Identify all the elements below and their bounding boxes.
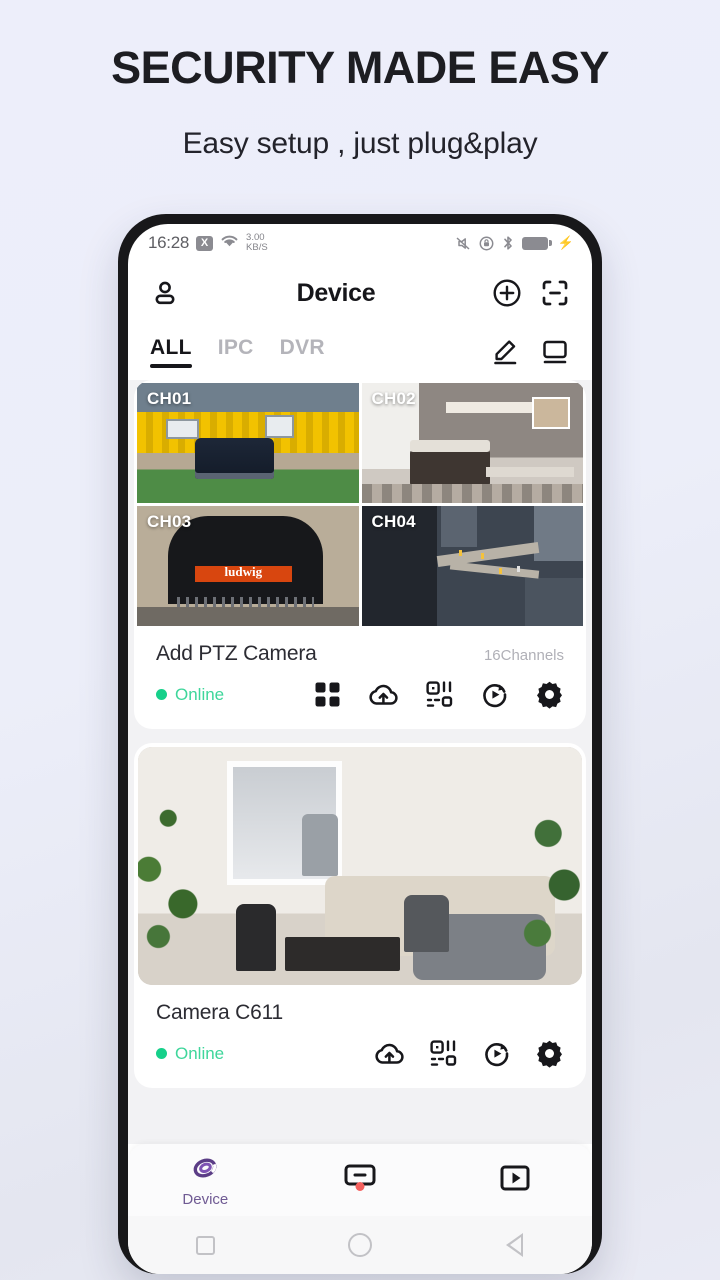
qr-scan-icon[interactable] — [429, 1039, 458, 1068]
promo-subtitle: Easy setup , just plug&play — [182, 127, 538, 161]
network-speed-unit: KB/S — [246, 242, 268, 253]
nav-label-device: Device — [182, 1190, 229, 1208]
channel-label: CH03 — [147, 512, 192, 531]
charging-bolt-icon: ⚡ — [557, 235, 574, 250]
monitor-icon[interactable] — [540, 337, 570, 367]
spiral-logo-icon — [189, 1153, 221, 1188]
status-time: 16:28 — [148, 233, 190, 252]
device-name: Camera C611 — [156, 1001, 283, 1024]
wifi-icon — [220, 234, 239, 253]
tab-ipc[interactable]: IPC — [218, 336, 254, 368]
app-header-actions — [492, 278, 570, 308]
plus-circle-icon[interactable] — [492, 278, 522, 308]
square-icon — [195, 1235, 215, 1255]
device-list[interactable]: CH01 CH02 ludwig CH03 CH04 Add PTZ Camer… — [128, 380, 592, 1144]
status-dot — [156, 1048, 167, 1059]
channel-thumb-ch02[interactable]: CH02 — [361, 383, 583, 503]
battery-charging-icon — [521, 236, 552, 250]
android-home-button[interactable] — [283, 1233, 438, 1257]
message-badge-dot — [355, 1181, 365, 1191]
device-live-preview[interactable] — [138, 747, 582, 985]
playback-icon[interactable] — [480, 680, 509, 709]
device-channel-count: 16Channels — [483, 647, 564, 664]
channel-thumb-ch03[interactable]: ludwig CH03 — [137, 506, 359, 626]
grid-view-icon[interactable] — [313, 680, 342, 709]
tab-dvr[interactable]: DVR — [280, 336, 325, 368]
pencil-icon[interactable] — [490, 337, 520, 367]
settings-gear-icon[interactable] — [535, 1039, 564, 1068]
channel-label: CH01 — [147, 389, 192, 408]
device-action-row: Online — [134, 1025, 586, 1086]
bottom-navigation: Device — [128, 1144, 592, 1216]
tab-list: ALL IPC DVR — [150, 336, 325, 368]
tab-all[interactable]: ALL — [150, 336, 192, 368]
network-speed: 3.00 KB/S — [246, 233, 268, 253]
promo-header: SECURITY MADE EASY Easy setup , just plu… — [0, 0, 720, 161]
channel-thumb-ch01[interactable]: CH01 — [137, 383, 359, 503]
play-square-icon — [499, 1162, 531, 1199]
tab-bar: ALL IPC DVR — [128, 324, 592, 380]
playback-icon[interactable] — [482, 1039, 511, 1068]
cloud-upload-icon[interactable] — [374, 1040, 405, 1067]
nav-item-playback[interactable] — [437, 1162, 592, 1199]
device-name: Add PTZ Camera — [156, 642, 317, 665]
tab-bar-actions — [490, 337, 570, 367]
android-recents-button[interactable] — [128, 1235, 283, 1255]
status-text: Online — [175, 684, 225, 704]
device-action-row: Online — [134, 666, 586, 727]
message-bubble-icon — [343, 1162, 377, 1199]
triangle-back-icon — [506, 1233, 524, 1257]
page-title: SECURITY MADE EASY — [111, 42, 609, 93]
nav-item-messages[interactable] — [283, 1162, 438, 1199]
phone-frame: 16:28 X 3.00 KB/S ⚡ Device ALL IPC DVR C… — [118, 214, 602, 1274]
channel-label: CH02 — [371, 389, 416, 408]
phone-screen: 16:28 X 3.00 KB/S ⚡ Device ALL IPC DVR C… — [128, 224, 592, 1274]
android-navigation-bar — [128, 1216, 592, 1274]
cloud-upload-icon[interactable] — [368, 681, 399, 708]
status-bar: 16:28 X 3.00 KB/S ⚡ — [128, 224, 592, 262]
device-card-nvr[interactable]: CH01 CH02 ludwig CH03 CH04 Add PTZ Camer… — [134, 380, 586, 729]
scene-living-room — [138, 747, 582, 985]
settings-gear-icon[interactable] — [535, 680, 564, 709]
qr-scan-icon[interactable] — [425, 680, 454, 709]
alarm-icon — [479, 236, 494, 251]
storefront-sign-text: ludwig — [224, 563, 263, 579]
status-text: Online — [175, 1043, 225, 1063]
xbox-icon: X — [196, 235, 214, 251]
android-back-button[interactable] — [437, 1233, 592, 1257]
scan-frame-icon[interactable] — [540, 278, 570, 308]
status-dot — [156, 689, 167, 700]
device-card-ipc[interactable]: Camera C611 Online — [134, 743, 586, 1088]
channel-grid: CH01 CH02 ludwig CH03 CH04 — [134, 380, 586, 626]
device-actions — [313, 680, 564, 709]
status-bar-left: 16:28 X 3.00 KB/S — [148, 233, 268, 253]
device-title-row: Camera C611 — [134, 985, 586, 1025]
person-icon[interactable] — [150, 278, 180, 308]
channel-thumb-ch04[interactable]: CH04 — [361, 506, 583, 626]
status-bar-right: ⚡ — [455, 235, 574, 251]
device-actions — [374, 1039, 564, 1068]
app-header: Device — [128, 262, 592, 324]
vibrate-icon — [455, 236, 471, 251]
status-badge: Online — [156, 1044, 224, 1064]
nav-item-device[interactable]: Device — [128, 1153, 283, 1208]
circle-icon — [348, 1233, 372, 1257]
app-title: Device — [296, 278, 376, 307]
status-badge: Online — [156, 685, 224, 705]
bluetooth-icon — [502, 235, 514, 251]
channel-label: CH04 — [371, 512, 416, 531]
device-title-row: Add PTZ Camera 16Channels — [134, 626, 586, 666]
